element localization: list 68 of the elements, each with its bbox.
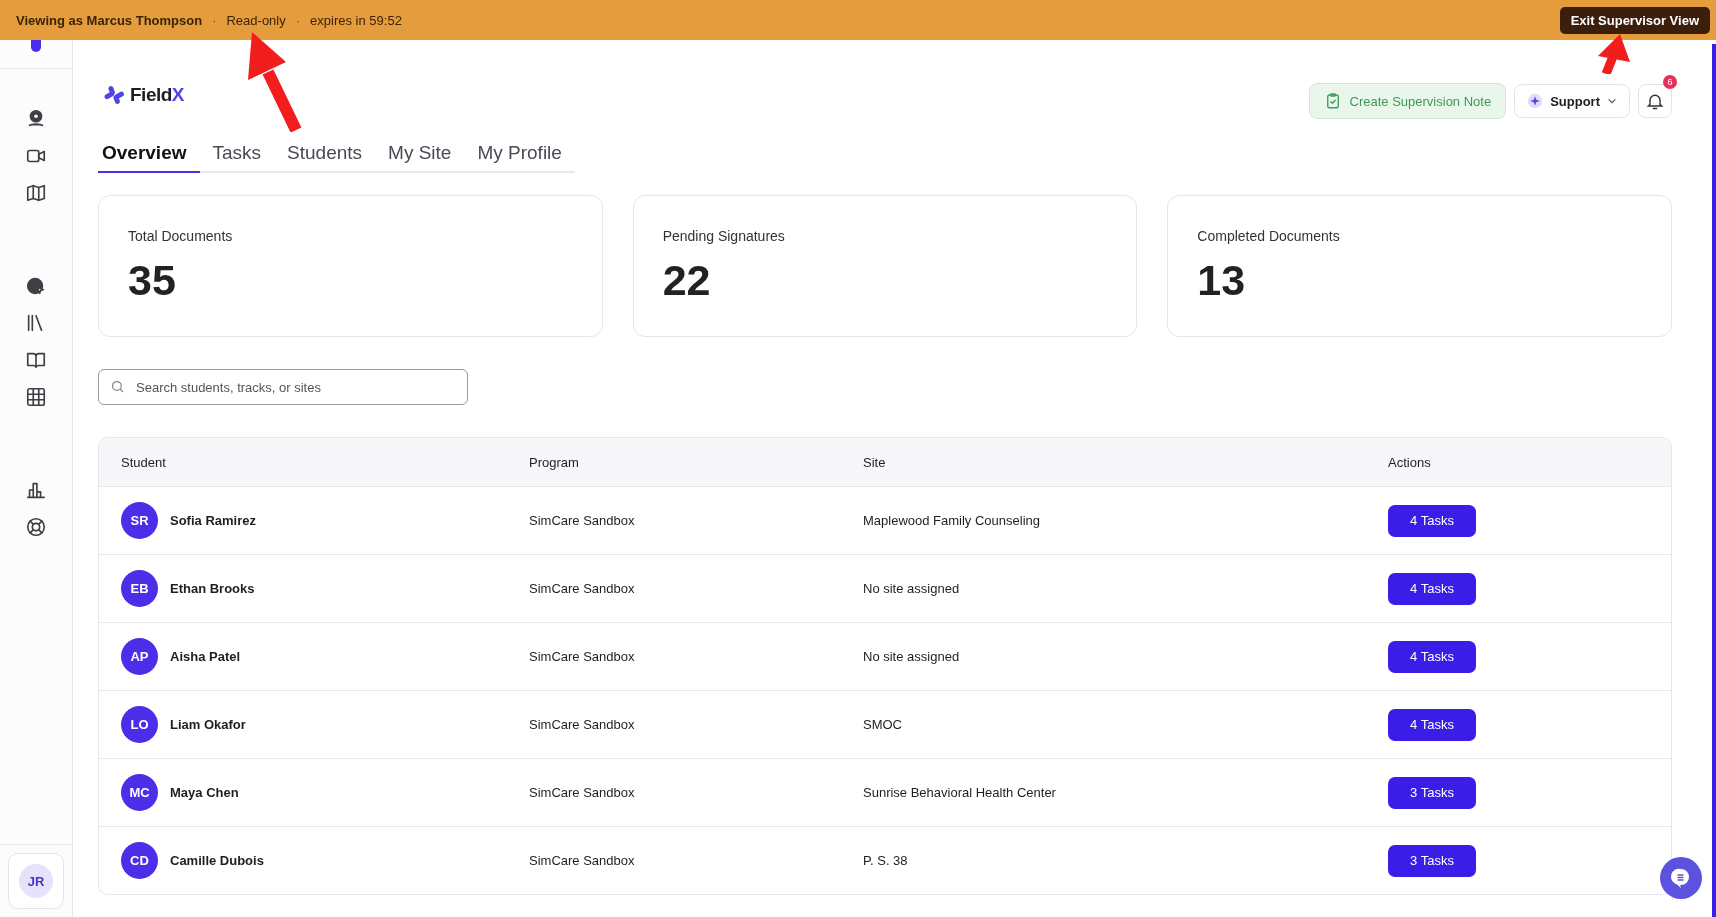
search-icon: [110, 379, 125, 394]
logo-pill-icon: [31, 40, 41, 52]
user-avatar: JR: [19, 864, 53, 898]
tasks-button[interactable]: 3 Tasks: [1388, 844, 1476, 877]
sparkle-icon: [1527, 93, 1544, 109]
student-name: Ethan Brooks: [170, 581, 255, 596]
brand-logo-icon: [102, 83, 126, 107]
program-cell: SimCare Sandbox: [529, 853, 635, 868]
read-only-text: Read-only: [226, 12, 286, 28]
pie-icon[interactable]: [25, 275, 47, 297]
grid-icon[interactable]: [25, 386, 47, 408]
viewing-as-text: Viewing as Marcus Thompson: [16, 12, 203, 28]
chevron-down-icon: [1607, 96, 1617, 106]
student-name: Liam Okafor: [170, 717, 246, 732]
tasks-button[interactable]: 4 Tasks: [1388, 504, 1476, 537]
site-cell: No site assigned: [863, 581, 960, 596]
expiry-text: expires in 59:52: [310, 12, 402, 28]
tasks-button[interactable]: 4 Tasks: [1388, 572, 1476, 605]
lifebuoy-icon[interactable]: [25, 516, 47, 538]
nav-tab[interactable]: My Profile: [464, 138, 575, 173]
separator-dot: ·: [295, 12, 301, 28]
student-avatar: SR: [121, 502, 158, 539]
student-name: Sofia Ramirez: [170, 513, 256, 528]
student-avatar: CD: [121, 842, 158, 879]
site-cell: Sunrise Behavioral Health Center: [863, 785, 1056, 800]
map-icon[interactable]: [25, 182, 47, 204]
stat-label: Completed Documents: [1197, 228, 1341, 244]
notification-count: 6: [1663, 75, 1677, 89]
nav-tab[interactable]: Tasks: [199, 138, 275, 173]
student-avatar: AP: [121, 638, 158, 675]
search-field[interactable]: Search students, tracks, or sites: [98, 369, 468, 405]
program-cell: SimCare Sandbox: [529, 717, 635, 732]
stat-value: 35: [128, 256, 177, 305]
column-header: Program: [529, 454, 580, 470]
column-header: Actions: [1388, 454, 1432, 470]
chat-button[interactable]: [1660, 857, 1702, 899]
stat-value: 22: [662, 256, 712, 305]
nav-tab[interactable]: My Site: [375, 138, 465, 173]
site-cell: No site assigned: [863, 649, 960, 664]
tasks-button[interactable]: 4 Tasks: [1388, 708, 1476, 741]
stat-label: Pending Signatures: [662, 228, 786, 244]
brand-name: FieldX: [130, 84, 185, 106]
nav-tab[interactable]: Students: [274, 138, 376, 173]
student-name: Camille Dubois: [170, 853, 264, 868]
profile-card[interactable]: JR: [8, 853, 64, 909]
site-cell: SMOC: [863, 717, 902, 732]
student-avatar: MC: [121, 774, 158, 811]
separator-dot: ·: [212, 12, 217, 28]
program-cell: SimCare Sandbox: [529, 513, 635, 528]
program-cell: SimCare Sandbox: [529, 581, 635, 596]
column-header: Site: [863, 454, 887, 470]
site-cell: Maplewood Family Counseling: [863, 513, 1041, 528]
stat-label: Total Documents: [128, 228, 234, 244]
program-cell: SimCare Sandbox: [529, 649, 635, 664]
tasks-button[interactable]: 3 Tasks: [1388, 776, 1476, 809]
notifications-button[interactable]: [1638, 84, 1672, 118]
tasks-button[interactable]: 4 Tasks: [1388, 640, 1476, 673]
exit-supervisor-view-button[interactable]: Exit Supervisor View: [1559, 6, 1710, 34]
student-avatar: EB: [121, 570, 158, 607]
program-cell: SimCare Sandbox: [529, 785, 635, 800]
site-cell: P. S. 38: [863, 853, 908, 868]
student-avatar: LO: [121, 706, 158, 743]
column-header: Student: [121, 454, 167, 470]
stat-value: 13: [1197, 256, 1247, 305]
support-button[interactable]: Support: [1514, 84, 1630, 118]
student-name: Aisha Patel: [170, 649, 241, 664]
nav-tab[interactable]: Overview: [98, 138, 200, 173]
student-name: Maya Chen: [170, 785, 239, 800]
